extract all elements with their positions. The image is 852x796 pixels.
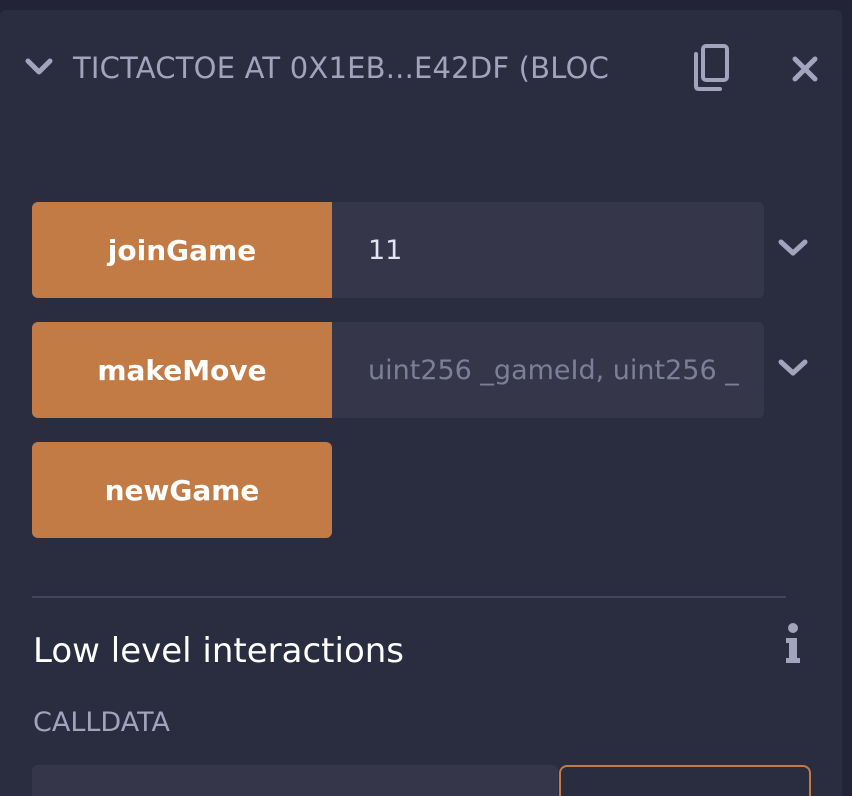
- section-divider: [32, 596, 786, 598]
- copy-icon[interactable]: [686, 42, 732, 92]
- low-level-title: Low level interactions: [33, 631, 405, 671]
- function-row-joingame: joinGame: [32, 202, 764, 298]
- calldata-input[interactable]: [32, 765, 558, 796]
- function-row-newgame: newGame: [32, 442, 764, 538]
- contract-title[interactable]: TICTACTOE AT 0X1EB...E42DF (BLOC: [73, 48, 609, 88]
- chevron-down-icon[interactable]: [24, 54, 54, 80]
- makemove-button[interactable]: makeMove: [32, 322, 332, 418]
- info-icon[interactable]: [782, 622, 804, 666]
- calldata-label: CALLDATA: [33, 707, 170, 738]
- newgame-button[interactable]: newGame: [32, 442, 332, 538]
- function-row-makemove: makeMove: [32, 322, 764, 418]
- transact-button[interactable]: [559, 765, 811, 796]
- contract-panel: TICTACTOE AT 0X1EB...E42DF (BLOC joinGam…: [0, 10, 842, 796]
- joingame-button[interactable]: joinGame: [32, 202, 332, 298]
- joingame-input[interactable]: [332, 202, 764, 298]
- makemove-input[interactable]: [332, 322, 764, 418]
- chevron-down-icon[interactable]: [776, 356, 810, 380]
- close-icon[interactable]: [790, 54, 820, 84]
- contract-header[interactable]: TICTACTOE AT 0X1EB...E42DF (BLOC: [0, 10, 842, 128]
- chevron-down-icon[interactable]: [776, 236, 810, 260]
